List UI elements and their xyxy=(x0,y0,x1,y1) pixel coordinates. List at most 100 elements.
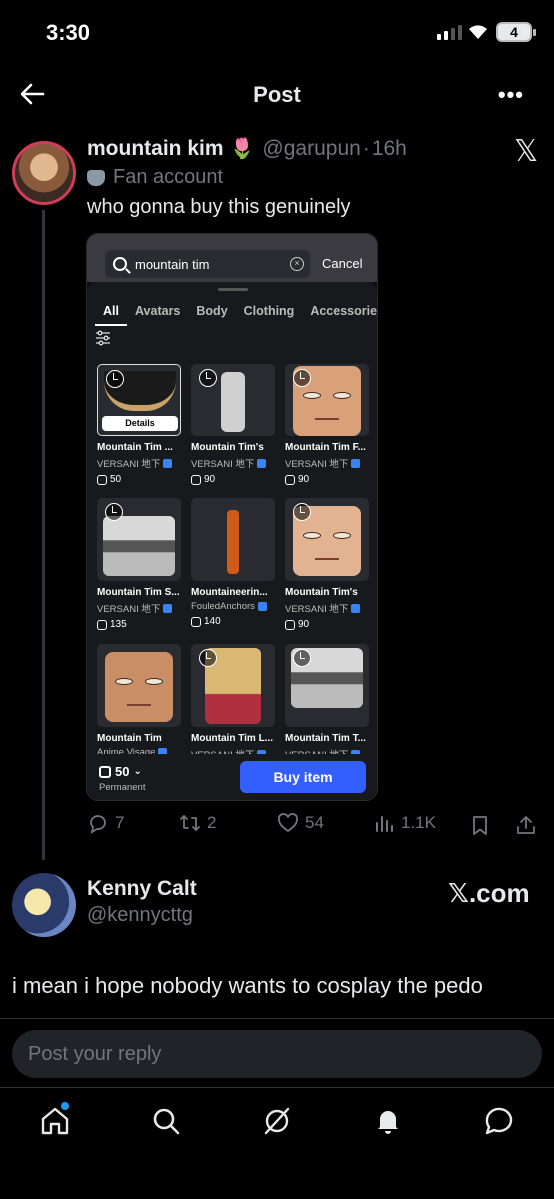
reply-input[interactable] xyxy=(28,1042,542,1066)
catalog-item: Mountain Tim's VERSANI 地下 90 xyxy=(191,364,275,485)
robux-icon xyxy=(99,765,111,778)
item-name: Mountain Tim's xyxy=(191,442,264,453)
reply-count: 7 xyxy=(115,813,125,832)
item-thumbnail: Details xyxy=(97,364,181,436)
filter-icon xyxy=(96,330,110,346)
tab-avatars: Avatars xyxy=(134,304,181,318)
avatar[interactable] xyxy=(12,141,76,205)
robux-icon xyxy=(97,619,107,630)
repost-count: 2 xyxy=(207,813,217,832)
post-media-image[interactable]: mountain tim × Cancel All Avatars Body C… xyxy=(86,233,378,801)
tab-body: Body xyxy=(196,304,228,318)
creator-name: VERSANI 地下 xyxy=(97,459,161,470)
divider xyxy=(0,1087,554,1088)
reply-button[interactable]: 7 xyxy=(87,812,124,834)
like-button[interactable]: 54 xyxy=(277,812,324,834)
category-tabs: All Avatars Body Clothing Accessories xyxy=(95,304,377,326)
repost-button[interactable]: 2 xyxy=(179,812,216,834)
cancel-button: Cancel xyxy=(322,256,363,271)
price-value: 90 xyxy=(298,619,310,630)
tab-clothing: Clothing xyxy=(243,304,295,318)
post-text: who gonna buy this genuinely xyxy=(87,196,351,218)
item-creator: VERSANI 地下 xyxy=(97,601,181,615)
clock-icon xyxy=(293,503,311,521)
item-thumbnail xyxy=(191,364,275,436)
share-icon[interactable] xyxy=(515,814,537,836)
verified-icon xyxy=(351,458,361,468)
author-name[interactable]: mountain kim xyxy=(87,137,224,161)
home-indicator-area xyxy=(0,1160,554,1199)
view-count: 1.1K xyxy=(401,813,436,832)
reply-author-handle[interactable]: @kennycttg xyxy=(87,904,193,927)
new-content-dot xyxy=(61,1102,69,1110)
item-name: Mountain Tim S... xyxy=(97,587,180,598)
robux-icon xyxy=(191,474,201,485)
buy-item-button: Buy item xyxy=(240,761,366,793)
verified-icon xyxy=(257,458,267,468)
verified-icon xyxy=(163,458,173,468)
messages-icon[interactable] xyxy=(482,1104,516,1138)
bookmark-icon[interactable] xyxy=(469,814,491,836)
page-title: Post xyxy=(253,82,301,107)
catalog-item: Mountain Tim L... VERSANI 地下 xyxy=(191,644,275,761)
bell-icon[interactable] xyxy=(371,1104,405,1138)
creator-name: VERSANI 地下 xyxy=(191,459,255,470)
item-price: 50 xyxy=(97,474,181,485)
item-thumbnail xyxy=(191,644,275,727)
battery-icon: 4 xyxy=(496,22,536,42)
clock-icon xyxy=(106,370,124,388)
tab-all: All xyxy=(95,304,127,326)
catalog-item: Mountain Tim S... VERSANI 地下 135 xyxy=(97,498,181,630)
reply-avatar[interactable] xyxy=(12,873,76,937)
verified-icon xyxy=(351,603,361,613)
item-name: Mountain Tim's xyxy=(285,587,358,598)
catalog-item: Details Mountain Tim ... VERSANI 地下 50 xyxy=(97,364,181,485)
item-thumbnail xyxy=(191,498,275,581)
status-time: 3:30 xyxy=(46,20,91,45)
analytics-icon xyxy=(376,816,393,832)
tulip-emoji: 🌷 xyxy=(229,138,255,160)
reply-author-name[interactable]: Kenny Calt xyxy=(87,877,197,901)
more-options-icon[interactable]: ••• xyxy=(498,82,524,108)
mask-icon xyxy=(87,169,105,186)
clock-icon xyxy=(293,649,311,667)
clock-icon xyxy=(105,503,123,521)
item-price: 90 xyxy=(285,619,369,630)
item-creator: VERSANI 地下 xyxy=(285,601,369,615)
item-thumbnail xyxy=(97,498,181,581)
post-header: Post ••• xyxy=(0,70,554,120)
price-value: 90 xyxy=(204,474,216,485)
post-age: 16h xyxy=(371,137,407,160)
grok-icon[interactable] xyxy=(260,1104,294,1138)
creator-name: VERSANI 地下 xyxy=(285,459,349,470)
item-thumbnail xyxy=(285,644,369,727)
reply-icon xyxy=(90,815,106,834)
robux-icon xyxy=(285,619,295,630)
item-creator: VERSANI 地下 xyxy=(191,456,275,470)
item-price: 90 xyxy=(191,474,275,485)
catalog-item: Mountaineerin... FouledAnchors 140 xyxy=(191,498,275,627)
price-value: 90 xyxy=(298,474,310,485)
robux-icon xyxy=(285,474,295,485)
creator-name: VERSANI 地下 xyxy=(285,604,349,615)
divider xyxy=(0,1018,554,1019)
search-icon[interactable] xyxy=(149,1104,183,1138)
reply-composer[interactable] xyxy=(12,1030,542,1078)
catalog-item: Mountain Tim Anime Visage xyxy=(97,644,181,758)
robux-icon xyxy=(191,616,201,627)
price-value: 140 xyxy=(204,616,221,627)
creator-name: FouledAnchors xyxy=(191,601,255,612)
item-thumbnail xyxy=(285,498,369,581)
catalog-item: Mountain Tim F... VERSANI 地下 90 xyxy=(285,364,369,485)
item-thumbnail xyxy=(97,644,181,727)
catalog-item: Mountain Tim T... VERSANI 地下 xyxy=(285,644,369,761)
verified-icon xyxy=(163,603,173,613)
item-price: 90 xyxy=(285,474,369,485)
clock-icon xyxy=(293,369,311,387)
views-button[interactable]: 1.1K xyxy=(373,812,436,834)
author-handle[interactable]: @garupun xyxy=(262,137,360,161)
thread-line xyxy=(42,210,45,860)
item-name: Mountain Tim F... xyxy=(285,442,366,453)
price-value: 50 xyxy=(110,474,122,485)
post-author-row: mountain kim 🌷 @garupun · 16h xyxy=(87,136,407,161)
